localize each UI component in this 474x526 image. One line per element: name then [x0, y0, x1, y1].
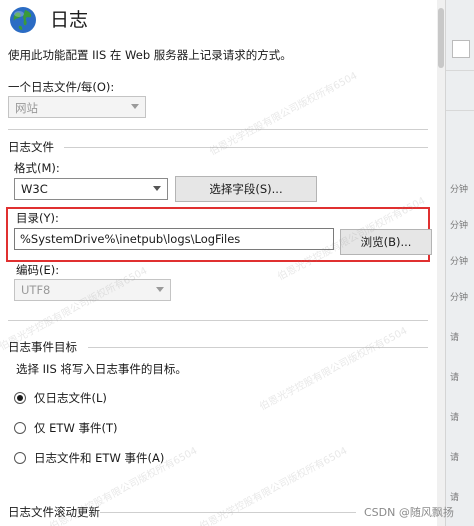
divider [446, 70, 474, 71]
radio-button[interactable] [14, 392, 26, 404]
radio-button[interactable] [14, 422, 26, 434]
watermark: 伯恩光学控股有限公司版权所有6504 [258, 325, 410, 413]
browse-button[interactable]: 浏览(B)... [340, 229, 432, 255]
directory-label: 目录(Y): [16, 211, 59, 225]
radio-label: 仅日志文件(L) [34, 391, 107, 405]
encoding-combo[interactable]: UTF8 [14, 279, 171, 301]
encoding-label: 编码(E): [16, 263, 60, 277]
background-checkbox [452, 40, 470, 58]
background-cell: 分钟 [450, 293, 469, 303]
watermark: 伯恩光学控股有限公司版权所有6504 [208, 70, 360, 158]
divider [446, 110, 474, 111]
chevron-down-icon [156, 287, 164, 292]
log-event-target-prompt: 选择 IIS 将写入日志事件的目标。 [16, 362, 187, 376]
background-cell: 请 [450, 373, 460, 383]
log-event-target-section-label: 日志事件目标 [8, 340, 77, 354]
format-value: W3C [21, 182, 48, 196]
divider [100, 512, 356, 513]
radio-etw-only[interactable]: 仅 ETW 事件(T) [14, 420, 117, 436]
divider [64, 147, 428, 148]
radio-log-file-only[interactable]: 仅日志文件(L) [14, 390, 107, 406]
globe-icon [10, 7, 36, 33]
chevron-down-icon [131, 104, 139, 109]
watermark: 伯恩光学控股有限公司版权所有6504 [198, 445, 350, 526]
background-cell: 请 [450, 333, 460, 343]
background-window-strip: 分钟 分钟 分钟 分钟 请 请 请 请 请 [445, 0, 474, 526]
radio-label: 日志文件和 ETW 事件(A) [34, 451, 165, 465]
vertical-scrollbar[interactable] [437, 0, 445, 526]
background-cell: 分钟 [450, 257, 469, 267]
per-site-label: 一个日志文件/每(O): [8, 80, 115, 94]
radio-label: 仅 ETW 事件(T) [34, 421, 118, 435]
chevron-down-icon [153, 186, 161, 191]
divider [8, 320, 428, 321]
background-cell: 请 [450, 453, 460, 463]
format-label: 格式(M): [14, 161, 60, 175]
divider [8, 129, 428, 130]
per-site-combo[interactable]: 网站 [8, 96, 146, 118]
scrollbar-thumb[interactable] [438, 8, 444, 68]
rollover-section-label: 日志文件滚动更新 [8, 505, 100, 519]
background-cell: 分钟 [450, 221, 469, 231]
background-cell: 请 [450, 413, 460, 423]
page-description: 使用此功能配置 IIS 在 Web 服务器上记录请求的方式。 [8, 48, 292, 62]
background-cell: 分钟 [450, 185, 469, 195]
log-file-section-label: 日志文件 [8, 140, 54, 154]
logging-panel: 日志 使用此功能配置 IIS 在 Web 服务器上记录请求的方式。 一个日志文件… [0, 0, 445, 526]
directory-input[interactable]: %SystemDrive%\inetpub\logs\LogFiles [14, 228, 334, 250]
radio-log-file-and-etw[interactable]: 日志文件和 ETW 事件(A) [14, 450, 164, 466]
encoding-value: UTF8 [21, 283, 51, 297]
page-title: 日志 [50, 9, 89, 31]
format-combo[interactable]: W3C [14, 178, 168, 200]
divider [88, 347, 428, 348]
select-fields-button[interactable]: 选择字段(S)... [175, 176, 317, 202]
radio-button[interactable] [14, 452, 26, 464]
background-cell: 请 [450, 493, 460, 503]
per-site-value: 网站 [15, 101, 38, 115]
credit-watermark: CSDN @随风飘扬 [364, 506, 454, 519]
